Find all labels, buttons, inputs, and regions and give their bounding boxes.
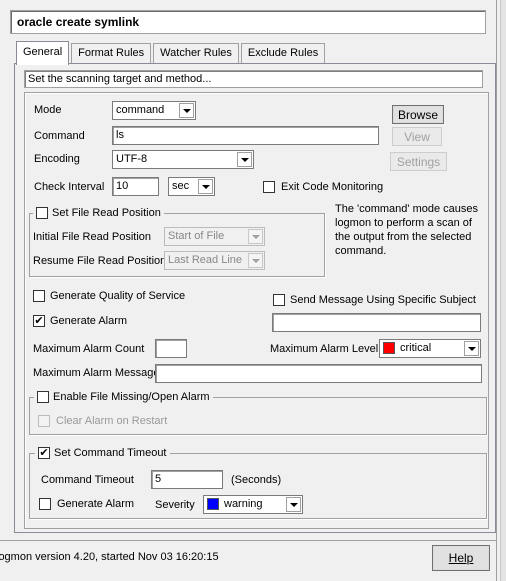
cmd-timeout-group-title: ✔ Set Command Timeout (35, 446, 170, 460)
max-alarm-level-value: critical (400, 342, 432, 354)
browse-button[interactable]: Browse (392, 105, 444, 124)
chevron-down-icon (248, 229, 263, 244)
description-text: Set the scanning target and method... (24, 70, 483, 88)
tab-strip: General Format Rules Watcher Rules Exclu… (16, 41, 327, 65)
resume-read-label: Resume File Read Position (33, 255, 167, 267)
max-alarm-count-input[interactable] (155, 339, 187, 358)
window-scroll-edge (500, 0, 506, 581)
help-button-label: Help (448, 551, 474, 565)
exit-code-label: Exit Code Monitoring (281, 181, 384, 193)
file-missing-checkbox[interactable] (37, 391, 49, 403)
chevron-down-icon (248, 253, 263, 268)
chevron-down-icon (286, 497, 301, 512)
resume-read-select[interactable]: Last Read Line (164, 251, 265, 270)
file-read-checkbox[interactable] (36, 207, 48, 219)
chevron-down-icon (179, 103, 194, 118)
severity-label: Severity (155, 499, 195, 511)
max-alarm-count-label: Maximum Alarm Count (33, 343, 145, 355)
initial-read-value: Start of File (168, 230, 225, 242)
alarm-label: Generate Alarm (50, 315, 128, 327)
initial-read-select[interactable]: Start of File (164, 227, 265, 246)
max-alarm-message-label: Maximum Alarm Message (33, 367, 160, 379)
mode-select[interactable]: command (112, 101, 196, 120)
window-title: oracle create symlink (10, 10, 486, 34)
cmd-timeout-input[interactable]: 5 (151, 470, 223, 489)
cmd-timeout-checkbox[interactable]: ✔ (38, 447, 50, 459)
file-missing-group-title: Enable File Missing/Open Alarm (34, 390, 213, 404)
max-alarm-message-input[interactable] (155, 364, 482, 383)
check-interval-input[interactable]: 10 (112, 177, 159, 196)
clear-alarm-checkbox[interactable] (38, 415, 50, 427)
status-text: logmon version 4.20, started Nov 03 16:2… (0, 551, 219, 563)
status-separator (0, 540, 496, 541)
exit-code-checkbox[interactable] (263, 181, 275, 193)
clear-alarm-label: Clear Alarm on Restart (56, 415, 168, 427)
mode-info-text: The 'command' mode causes logmon to perf… (335, 203, 478, 257)
command-label: Command (34, 130, 85, 142)
cmd-timeout-label: Command Timeout (41, 474, 134, 486)
resume-read-value: Last Read Line (168, 254, 242, 266)
subject-checkbox[interactable] (273, 294, 285, 306)
qos-checkbox[interactable] (33, 290, 45, 302)
encoding-select[interactable]: UTF-8 (112, 150, 254, 169)
command-input[interactable]: ls (112, 126, 379, 145)
chevron-down-icon (464, 341, 479, 356)
severity-value: warning (224, 498, 263, 510)
file-read-title-label: Set File Read Position (52, 207, 161, 219)
subject-label: Send Message Using Specific Subject (290, 294, 476, 306)
initial-read-label: Initial File Read Position (33, 231, 152, 243)
warning-color-swatch (207, 498, 219, 511)
tab-exclude-rules[interactable]: Exclude Rules (240, 43, 326, 64)
mode-label: Mode (34, 104, 62, 116)
max-alarm-level-label: Maximum Alarm Level (270, 343, 379, 355)
interval-unit-select[interactable]: sec (168, 177, 215, 196)
cmd-timeout-unit: (Seconds) (231, 474, 282, 486)
help-button[interactable]: Help (432, 545, 490, 571)
severity-select[interactable]: warning (203, 495, 303, 514)
critical-color-swatch (383, 342, 395, 355)
settings-button[interactable]: Settings (390, 152, 447, 171)
alarm-checkbox[interactable]: ✔ (33, 315, 45, 327)
tab-watcher-rules[interactable]: Watcher Rules (153, 43, 239, 64)
timeout-alarm-checkbox[interactable] (39, 498, 51, 510)
window-right-border (496, 0, 497, 581)
max-alarm-level-select[interactable]: critical (379, 339, 481, 358)
encoding-value: UTF-8 (116, 153, 148, 165)
chevron-down-icon (237, 152, 252, 167)
subject-input[interactable] (272, 313, 481, 332)
qos-label: Generate Quality of Service (50, 290, 186, 302)
file-missing-title-label: Enable File Missing/Open Alarm (53, 391, 210, 403)
encoding-label: Encoding (34, 153, 80, 165)
timeout-alarm-label: Generate Alarm (57, 498, 135, 510)
interval-unit-value: sec (172, 180, 190, 192)
view-button[interactable]: View (392, 127, 442, 146)
file-read-group-title: Set File Read Position (33, 206, 164, 220)
cmd-timeout-title-label: Set Command Timeout (54, 447, 167, 459)
tab-general[interactable]: General (16, 41, 70, 65)
mode-value: command (116, 104, 165, 116)
tab-format-rules[interactable]: Format Rules (71, 43, 152, 64)
check-interval-label: Check Interval (34, 181, 105, 193)
chevron-down-icon (198, 179, 213, 194)
